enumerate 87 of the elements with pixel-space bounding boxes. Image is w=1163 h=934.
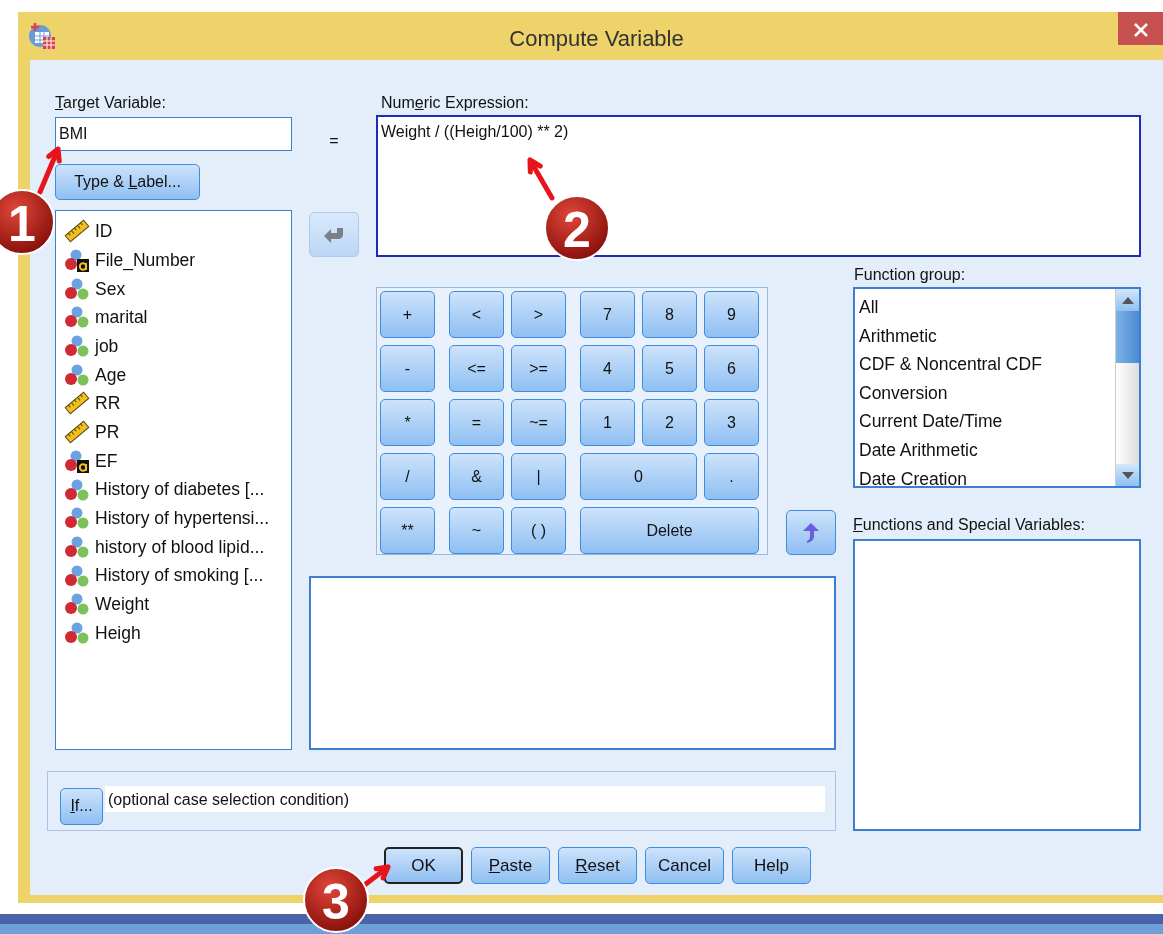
variable-name[interactable]: ID: [95, 218, 113, 245]
keypad-key[interactable]: +: [380, 291, 435, 338]
type-label-button[interactable]: Type & Label...: [55, 164, 200, 200]
variable-name[interactable]: job: [95, 332, 119, 360]
dialog-button[interactable]: Help: [732, 847, 811, 884]
keypad-key[interactable]: 6: [704, 345, 759, 392]
function-group-item[interactable]: CDF & Noncentral CDF: [859, 351, 1115, 380]
keypad-key[interactable]: ~=: [511, 399, 566, 446]
dialog-button[interactable]: Reset: [558, 847, 637, 884]
keypad-key[interactable]: 4: [580, 345, 635, 392]
if-button[interactable]: If...: [60, 787, 103, 825]
three-balls-icon: [64, 477, 90, 502]
close-icon: [1133, 23, 1148, 38]
keypad-key[interactable]: <: [449, 291, 504, 338]
keypad-key[interactable]: 0: [580, 453, 697, 500]
keypad-key[interactable]: ( ): [511, 507, 566, 554]
function-group-item[interactable]: Current Date/Time: [859, 408, 1115, 437]
variable-name[interactable]: RR: [95, 390, 121, 417]
variable-name[interactable]: EF: [95, 447, 118, 474]
variable-name[interactable]: History of hypertensi...: [95, 505, 270, 532]
keypad-key[interactable]: 8: [642, 291, 697, 338]
keypad-key[interactable]: 1: [580, 399, 635, 446]
keypad-key[interactable]: <=: [449, 345, 504, 392]
function-group-item[interactable]: Date Creation: [859, 465, 1115, 495]
keypad-key[interactable]: -: [380, 345, 435, 392]
keypad-key[interactable]: 5: [642, 345, 697, 392]
function-group-item[interactable]: Conversion: [859, 379, 1115, 409]
condition-text: (optional case selection condition): [105, 786, 825, 812]
function-group-label: Function group:: [853, 265, 967, 285]
app-icon: [28, 22, 56, 50]
window-title: Compute Variable: [509, 25, 684, 53]
scrollbar[interactable]: [1115, 289, 1139, 486]
keypad-key[interactable]: |: [511, 453, 566, 500]
keypad-key[interactable]: Delete: [580, 507, 759, 554]
insert-function-button[interactable]: [786, 510, 836, 555]
variable-name[interactable]: PR: [95, 419, 120, 446]
keypad-key[interactable]: &: [449, 453, 504, 500]
variable-name[interactable]: History of diabetes [...: [95, 476, 265, 503]
function-group-item[interactable]: Date Arithmetic: [859, 436, 1115, 466]
pointer-arrow: [527, 157, 555, 201]
three-balls-icon: [64, 506, 90, 531]
dialog-button[interactable]: Paste: [471, 847, 550, 884]
three-balls-icon: [64, 276, 90, 301]
function-group-item[interactable]: Arithmetic: [859, 322, 1115, 352]
target-variable-label: Target Variable:: [55, 93, 167, 113]
keypad-key[interactable]: *: [380, 399, 435, 446]
keypad-key[interactable]: >=: [511, 345, 566, 392]
equals-sign: =: [329, 131, 339, 151]
keypad-key[interactable]: /: [380, 453, 435, 500]
keypad-key[interactable]: 2: [642, 399, 697, 446]
keypad-key[interactable]: >: [511, 291, 566, 338]
scroll-down-icon: [1121, 471, 1134, 479]
three-balls-icon: [64, 305, 90, 330]
variable-name[interactable]: Age: [95, 361, 127, 388]
function-group-item[interactable]: All: [859, 294, 1115, 323]
return-arrow-icon: [323, 225, 345, 244]
keypad-key[interactable]: 7: [580, 291, 635, 338]
variable-name[interactable]: History of smoking [...: [95, 562, 264, 589]
balls-letter-icon: [64, 248, 90, 273]
three-balls-icon: [64, 563, 90, 588]
variable-name[interactable]: Weight: [95, 591, 150, 618]
balls-letter-icon: [64, 448, 90, 473]
variable-name[interactable]: history of blood lipid...: [95, 533, 265, 561]
keypad-key[interactable]: 9: [704, 291, 759, 338]
variable-name[interactable]: Sex: [95, 275, 126, 302]
keypad-key[interactable]: ~: [449, 507, 504, 554]
variable-name[interactable]: marital: [95, 304, 148, 331]
close-button[interactable]: [1118, 12, 1163, 45]
three-balls-icon: [64, 620, 90, 645]
three-balls-icon: [64, 362, 90, 387]
keypad-key[interactable]: =: [449, 399, 504, 446]
three-balls-icon: [64, 592, 90, 617]
numeric-expression-label: Numeric Expression:: [380, 93, 530, 113]
up-arrow-icon: [802, 521, 820, 544]
variable-name[interactable]: File_Number: [95, 246, 196, 274]
dialog-button[interactable]: OK: [384, 847, 463, 884]
functions-label: Functions and Special Variables:: [853, 515, 1086, 535]
three-balls-icon: [64, 334, 90, 359]
keypad-key[interactable]: 3: [704, 399, 759, 446]
pointer-arrow: [37, 146, 62, 195]
three-balls-icon: [64, 534, 90, 559]
variable-name[interactable]: Heigh: [95, 619, 141, 647]
dialog-button[interactable]: Cancel: [645, 847, 724, 884]
scroll-up-icon: [1121, 296, 1134, 304]
target-variable-field[interactable]: BMI: [55, 117, 292, 151]
keypad-key[interactable]: .: [704, 453, 759, 500]
keypad-key[interactable]: **: [380, 507, 435, 554]
